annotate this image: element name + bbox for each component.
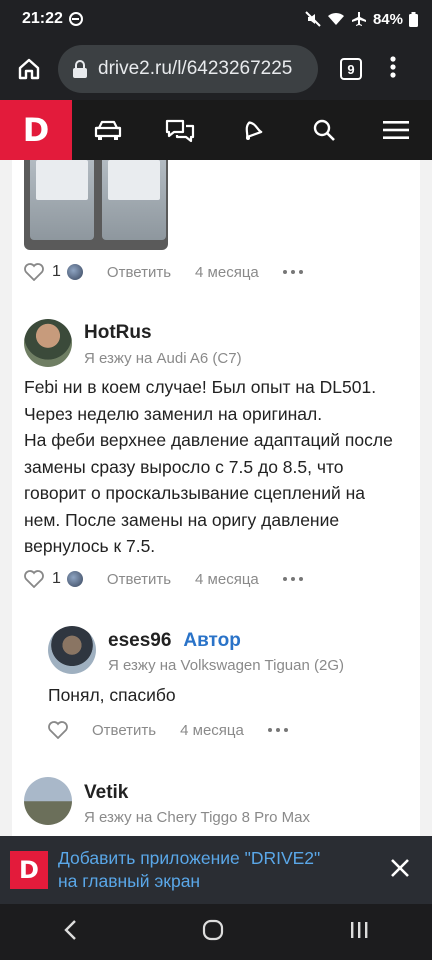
more-options-button[interactable] <box>282 577 303 581</box>
install-app-banner[interactable]: D Добавить приложение "DRIVE2" на главны… <box>0 836 432 904</box>
more-options-button[interactable] <box>267 728 288 732</box>
home-icon <box>18 58 40 80</box>
oil-bottle-image <box>102 160 166 240</box>
status-right: 84% <box>305 11 418 28</box>
home-button[interactable] <box>0 57 58 81</box>
back-icon <box>63 919 76 940</box>
status-bar: 21:22 84% <box>0 0 432 38</box>
home-nav-button[interactable] <box>202 919 224 946</box>
nav-messages[interactable] <box>144 100 216 160</box>
more-vert-icon <box>390 55 396 78</box>
comment-age: 4 месяца <box>180 721 244 739</box>
install-app-text[interactable]: Добавить приложение "DRIVE2" на главный … <box>58 847 358 893</box>
browser-menu-button[interactable] <box>390 55 396 83</box>
search-icon <box>313 119 335 141</box>
comments-feed: 1 Ответить 4 месяца HotRus Я езжу на Aud… <box>12 160 420 836</box>
close-banner-button[interactable] <box>390 858 410 883</box>
browser-toolbar: drive2.ru/l/6423267225 9 <box>0 38 432 100</box>
liker-avatar[interactable] <box>66 571 83 587</box>
comment-user-car[interactable]: Я езжу на Volkswagen Tiguan (2G) <box>108 657 344 674</box>
author-badge: Автор <box>183 630 241 651</box>
drive2-logo: D <box>10 851 48 889</box>
like-icon[interactable] <box>48 721 68 739</box>
comment-actions: Ответить 4 месяца <box>48 721 288 739</box>
status-time: 21:22 <box>22 10 63 27</box>
comment-username[interactable]: HotRus <box>84 322 152 344</box>
comment-line: Через неделю заменил на оригинал. <box>24 403 323 424</box>
comment-line: вернулось к 7.5. <box>24 536 156 556</box>
site-info-icon[interactable] <box>72 60 88 78</box>
chat-icon <box>165 119 195 143</box>
reply-button[interactable]: Ответить <box>92 722 156 739</box>
recents-button[interactable] <box>349 920 369 945</box>
comment-line: нем. После замены на оригу давление <box>24 509 340 530</box>
comment-username[interactable]: Vetik <box>84 782 128 804</box>
reply-button[interactable]: Ответить <box>107 264 171 281</box>
address-bar[interactable]: drive2.ru/l/6423267225 <box>58 45 318 93</box>
like-count: 1 <box>52 570 61 587</box>
airplane-icon <box>351 12 366 26</box>
comment-user-car[interactable]: Я езжу на Audi A6 (C7) <box>84 350 242 367</box>
wifi-icon <box>327 12 344 25</box>
liker-avatar[interactable] <box>66 264 83 280</box>
comment-line: На феби верхнее давление адаптаций после <box>24 430 393 450</box>
reply-button[interactable]: Ответить <box>107 571 171 588</box>
home-circle-icon <box>202 919 224 940</box>
comment-username-row: eses96 Автор <box>108 630 241 652</box>
comment-photo[interactable] <box>24 160 168 250</box>
more-options-button[interactable] <box>282 270 303 274</box>
tab-switcher-button[interactable]: 9 <box>340 58 362 80</box>
comment-age: 4 месяца <box>195 263 259 281</box>
back-button[interactable] <box>63 919 77 946</box>
system-nav-bar <box>0 904 432 960</box>
recents-icon <box>351 921 368 938</box>
comment-text: Понял, спасибо <box>48 685 176 705</box>
banner-line: на главный экран <box>58 871 201 891</box>
photo-comment-actions: 1 Ответить 4 месяца <box>24 263 303 281</box>
oil-bottle-image <box>30 160 94 240</box>
nav-notifications[interactable] <box>216 100 288 160</box>
url-text: drive2.ru/l/6423267225 <box>98 58 293 79</box>
bell-icon <box>245 121 263 140</box>
mute-icon <box>305 11 321 27</box>
site-navbar: D <box>0 100 432 160</box>
comment-line: замены сразу выросло с 7.5 до 8.5, что <box>24 456 344 477</box>
like-icon[interactable] <box>24 570 44 588</box>
comment-line: говорит о проскальзывание сцеплений на <box>24 483 366 503</box>
hamburger-icon <box>383 121 409 139</box>
like-count: 1 <box>52 263 61 280</box>
nav-search[interactable] <box>288 100 360 160</box>
avatar[interactable] <box>24 319 72 367</box>
nav-cars[interactable] <box>72 100 144 160</box>
avatar[interactable] <box>48 626 96 674</box>
drive2-logo[interactable]: D <box>0 100 72 160</box>
comment-user-car[interactable]: Я езжу на Chery Tiggo 8 Pro Max <box>84 809 310 826</box>
comment-actions: 1 Ответить 4 месяца <box>24 570 303 588</box>
battery-icon <box>409 11 418 27</box>
like-icon[interactable] <box>24 263 44 281</box>
comment-line: Febi ни в коем случае! Был опыт на DL501… <box>24 377 377 397</box>
close-icon <box>391 858 409 877</box>
battery-percent: 84% <box>372 10 403 28</box>
nav-menu[interactable] <box>360 100 432 160</box>
banner-line: Добавить приложение "DRIVE2" <box>58 848 321 868</box>
comment-age: 4 месяца <box>195 570 259 588</box>
comment-username[interactable]: eses96 <box>108 630 171 651</box>
car-icon <box>94 120 122 140</box>
avatar[interactable] <box>24 777 72 825</box>
comment-text: Febi ни в коем случае! Был опыт на DL501… <box>24 374 416 560</box>
dnd-icon <box>68 12 83 26</box>
